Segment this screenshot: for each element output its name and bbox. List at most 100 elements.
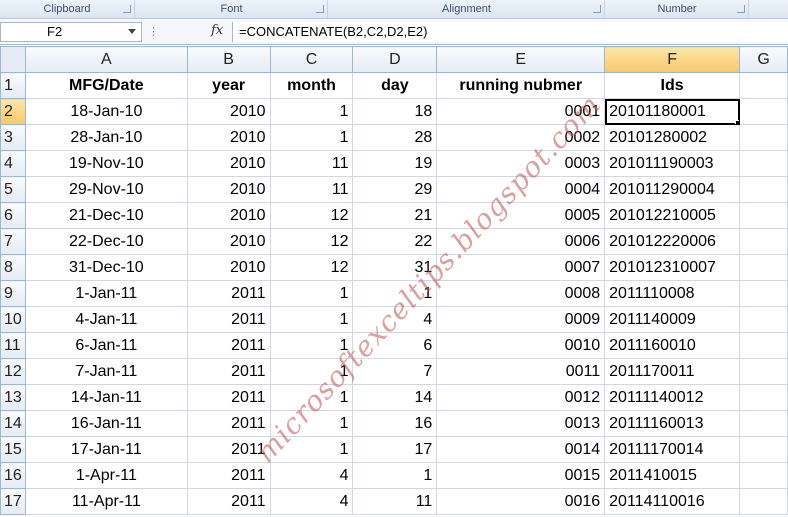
row-header[interactable]: 15 <box>0 436 26 463</box>
cell-mfg-date[interactable]: 1-Apr-11 <box>24 462 188 489</box>
cell-running-number[interactable]: 0002 <box>436 124 606 151</box>
cell-mfg-date[interactable]: 1-Jan-11 <box>24 280 188 307</box>
name-box[interactable]: F2 <box>0 22 142 42</box>
cell-running-number[interactable]: 0014 <box>436 436 606 463</box>
cell-mfg-date[interactable]: 29-Nov-10 <box>24 176 188 203</box>
cell-empty[interactable] <box>739 462 788 489</box>
dialog-launcher-icon[interactable]: . <box>123 5 131 13</box>
cell-header-day[interactable]: day <box>352 72 438 99</box>
row-header[interactable]: 13 <box>0 384 26 411</box>
cell-year[interactable]: 2010 <box>186 202 271 229</box>
cell-mfg-date[interactable]: 14-Jan-11 <box>24 384 188 411</box>
cell-day[interactable]: 11 <box>352 488 438 515</box>
cell-empty[interactable] <box>739 332 788 359</box>
cell-mfg-date[interactable]: 28-Jan-10 <box>24 124 188 151</box>
cell-month[interactable]: 1 <box>269 332 354 359</box>
ribbon-group-number[interactable]: Number . <box>606 0 749 19</box>
row-header[interactable]: 12 <box>0 358 26 385</box>
cell-day[interactable]: 4 <box>352 306 438 333</box>
cell-running-number[interactable]: 0011 <box>436 358 606 385</box>
column-header-g[interactable]: G <box>739 46 788 73</box>
cell-day[interactable]: 1 <box>352 280 438 307</box>
cell-year[interactable]: 2010 <box>186 98 271 125</box>
cell-month[interactable]: 1 <box>269 410 354 437</box>
cell-running-number[interactable]: 0005 <box>436 202 606 229</box>
row-header[interactable]: 2 <box>0 98 26 125</box>
cell-mfg-date[interactable]: 4-Jan-11 <box>24 306 188 333</box>
row-header[interactable]: 5 <box>0 176 26 203</box>
cell-month[interactable]: 12 <box>269 254 354 281</box>
cell-year[interactable]: 2011 <box>186 332 271 359</box>
cell-day[interactable]: 31 <box>352 254 438 281</box>
cell-mfg-date[interactable]: 11-Apr-11 <box>24 488 188 515</box>
cell-month[interactable]: 12 <box>269 228 354 255</box>
ribbon-group-alignment[interactable]: Alignment . <box>329 0 605 19</box>
cell-id[interactable]: 2011170011 <box>604 358 741 385</box>
row-header[interactable]: 17 <box>0 488 26 515</box>
cell-id[interactable]: 2011140009 <box>604 306 741 333</box>
cell-header-date[interactable]: MFG/Date <box>24 72 188 99</box>
cell-mfg-date[interactable]: 31-Dec-10 <box>24 254 188 281</box>
cell-year[interactable]: 2010 <box>186 254 271 281</box>
row-header[interactable]: 14 <box>0 410 26 437</box>
cell-id[interactable]: 20111160013 <box>604 410 741 437</box>
cell-year[interactable]: 2011 <box>186 488 271 515</box>
ribbon-group-clipboard[interactable]: Clipboard . <box>0 0 135 19</box>
cell-empty[interactable] <box>739 202 788 229</box>
cell-day[interactable]: 16 <box>352 410 438 437</box>
chevron-down-icon[interactable] <box>128 29 136 34</box>
formula-input[interactable]: =CONCATENATE(B2,C2,D2,E2) <box>232 22 788 42</box>
cell-id[interactable]: 2011110008 <box>604 280 741 307</box>
cell-id[interactable]: 201011190003 <box>604 150 741 177</box>
cell-empty[interactable] <box>739 384 788 411</box>
cell-empty[interactable] <box>739 98 788 125</box>
cell-mfg-date[interactable]: 21-Dec-10 <box>24 202 188 229</box>
cell-id[interactable]: 201012210005 <box>604 202 741 229</box>
row-header[interactable]: 10 <box>0 306 26 333</box>
cell-id[interactable]: 201012310007 <box>604 254 741 281</box>
cell-month[interactable]: 4 <box>269 462 354 489</box>
cell-day[interactable]: 19 <box>352 150 438 177</box>
cell-empty[interactable] <box>739 410 788 437</box>
cell-id[interactable]: 201012220006 <box>604 228 741 255</box>
cell-running-number[interactable]: 0008 <box>436 280 606 307</box>
cell-year[interactable]: 2010 <box>186 124 271 151</box>
row-header[interactable]: 8 <box>0 254 26 281</box>
row-header[interactable]: 1 <box>0 72 26 99</box>
cell-empty[interactable] <box>739 72 788 99</box>
cell-empty[interactable] <box>739 358 788 385</box>
column-header-a[interactable]: A <box>24 46 188 73</box>
cell-id[interactable]: 201011290004 <box>604 176 741 203</box>
cell-month[interactable]: 1 <box>269 280 354 307</box>
cell-id[interactable]: 20111140012 <box>604 384 741 411</box>
cell-empty[interactable] <box>739 280 788 307</box>
cell-month[interactable]: 1 <box>269 384 354 411</box>
cell-id[interactable]: 20114110016 <box>604 488 741 515</box>
cell-year[interactable]: 2011 <box>186 462 271 489</box>
cell-mfg-date[interactable]: 16-Jan-11 <box>24 410 188 437</box>
cell-year[interactable]: 2011 <box>186 410 271 437</box>
cell-running-number[interactable]: 0001 <box>436 98 606 125</box>
dialog-launcher-icon[interactable]: . <box>593 5 601 13</box>
cell-month[interactable]: 1 <box>269 124 354 151</box>
select-all-corner[interactable] <box>0 46 26 73</box>
cell-mfg-date[interactable]: 17-Jan-11 <box>24 436 188 463</box>
cell-running-number[interactable]: 0016 <box>436 488 606 515</box>
cell-year[interactable]: 2010 <box>186 228 271 255</box>
cell-day[interactable]: 21 <box>352 202 438 229</box>
cell-empty[interactable] <box>739 306 788 333</box>
cell-year[interactable]: 2011 <box>186 436 271 463</box>
cell-empty[interactable] <box>739 254 788 281</box>
cell-header-ids[interactable]: Ids <box>604 72 741 99</box>
row-header[interactable]: 7 <box>0 228 26 255</box>
cell-year[interactable]: 2011 <box>186 280 271 307</box>
cell-day[interactable]: 29 <box>352 176 438 203</box>
column-header-b[interactable]: B <box>186 46 271 73</box>
cell-running-number[interactable]: 0012 <box>436 384 606 411</box>
cell-month[interactable]: 1 <box>269 358 354 385</box>
insert-function-icon[interactable]: fx <box>211 23 223 38</box>
cell-id[interactable]: 2011410015 <box>604 462 741 489</box>
cell-year[interactable]: 2011 <box>186 384 271 411</box>
cell-empty[interactable] <box>739 436 788 463</box>
column-header-c[interactable]: C <box>269 46 354 73</box>
